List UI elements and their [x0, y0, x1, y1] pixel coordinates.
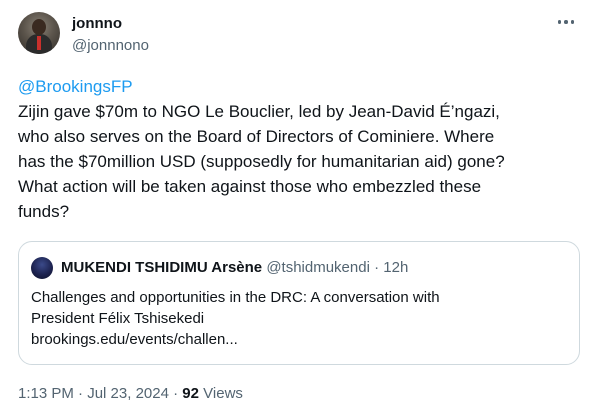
quoted-author-handle[interactable]: @tshidmukendi [266, 259, 370, 276]
quoted-separator: · [374, 259, 380, 276]
author-name[interactable]: jonnno [72, 15, 122, 32]
footer-separator: · [78, 385, 84, 402]
quoted-text: Challenges and opportunities in the DRC:… [31, 289, 440, 348]
views-label: Views [203, 385, 243, 402]
quoted-time[interactable]: 12h [383, 259, 408, 276]
post-time[interactable]: 1:13 PM [18, 385, 74, 402]
views-count: 92 [182, 385, 199, 402]
author-avatar[interactable] [18, 12, 60, 54]
avatar-figure-tie [37, 36, 41, 50]
tweet-text: @BrookingsFP Zijin gave $70m to NGO Le B… [18, 74, 588, 224]
more-dot [557, 20, 562, 24]
avatar-figure-head [32, 19, 46, 35]
post-date[interactable]: Jul 23, 2024 [87, 385, 169, 402]
tweet-footer: 1:13 PM · Jul 23, 2024 · 92 Views [18, 385, 243, 402]
quoted-author-name[interactable]: MUKENDI TSHIDIMU Arsène [61, 259, 262, 276]
author-handle[interactable]: @jonnnono [72, 37, 149, 54]
mention-link[interactable]: @BrookingsFP [18, 74, 588, 99]
quoted-author-avatar[interactable] [31, 257, 53, 279]
footer-separator: · [173, 385, 179, 402]
tweet-body: Zijin gave $70m to NGO Le Bouclier, led … [18, 102, 505, 221]
more-dot [570, 20, 575, 24]
quoted-tweet[interactable]: MUKENDI TSHIDIMU Arsène @tshidmukendi · … [18, 241, 580, 365]
more-dot [564, 20, 568, 24]
more-options-icon[interactable] [556, 14, 576, 30]
quoted-header: MUKENDI TSHIDIMU Arsène @tshidmukendi · … [61, 259, 408, 276]
